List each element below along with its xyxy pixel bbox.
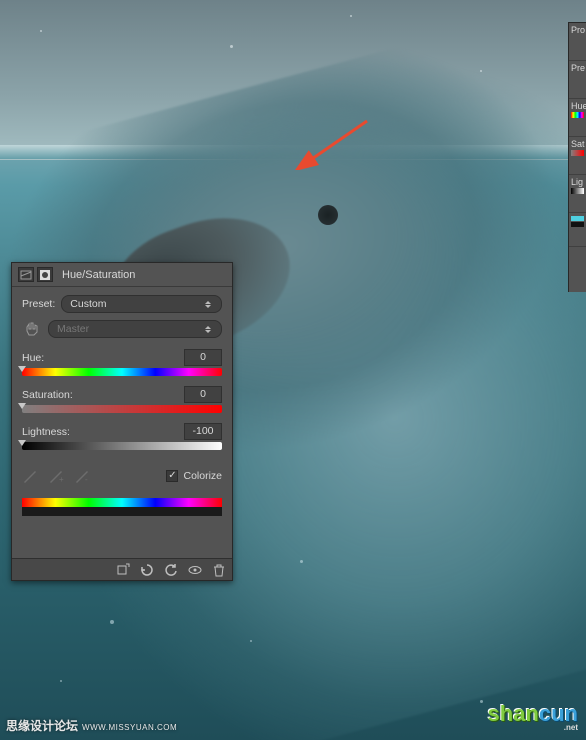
svg-text:-: - [85,475,88,484]
watermark-left: 思缘设计论坛 WWW.MISSYUAN.COM [6,717,177,734]
saturation-slider[interactable] [22,405,222,413]
shark-eye [318,205,338,225]
select-arrows-icon [203,326,213,333]
eyedropper-subtract-icon[interactable]: - [74,468,90,484]
bubble [480,700,483,703]
mini-sat-label: Sat [569,137,586,175]
saturation-label: Saturation: [22,389,73,401]
preset-label: Preset: [22,298,55,310]
bubble [60,680,62,682]
lightness-slider[interactable] [22,442,222,450]
targeted-adjustment-icon[interactable] [22,319,42,339]
mini-lig-label: Lig [569,175,586,213]
saturation-handle[interactable] [18,403,26,409]
properties-tab[interactable]: Pro [569,23,586,61]
saturation-input[interactable]: 0 [184,386,222,403]
visibility-icon[interactable] [188,563,202,577]
colorize-checkbox[interactable] [166,470,178,482]
mask-icon [37,267,53,282]
preset-select[interactable]: Custom [61,295,222,313]
clip-to-layer-icon[interactable] [116,563,130,577]
svg-text:+: + [59,475,64,484]
eyedropper-icon[interactable] [22,468,38,484]
hue-saturation-panel: Hue/Saturation Preset: Custom Master Hue… [11,262,233,581]
panel-footer [12,558,232,580]
color-result-strip [22,498,222,516]
trash-icon[interactable] [212,563,226,577]
hue-handle[interactable] [18,366,26,372]
result-hue-bar [22,498,222,507]
bubble [110,620,114,624]
adjustment-layer-icon [18,267,34,282]
channel-value: Master [57,323,89,335]
hue-slider[interactable] [22,368,222,376]
reset-icon[interactable] [164,563,178,577]
hue-input[interactable]: 0 [184,349,222,366]
previous-state-icon[interactable] [140,563,154,577]
watermark-right-1: shan [488,701,539,726]
panel-body: Preset: Custom Master Hue: 0 [12,287,232,530]
mini-result [569,213,586,247]
preset-tab[interactable]: Pre [569,61,586,99]
bubble [300,560,303,563]
hue-label: Hue: [22,352,44,364]
panel-header[interactable]: Hue/Saturation [12,263,232,287]
preset-value: Custom [70,298,106,310]
watermark-left-sub: WWW.MISSYUAN.COM [82,723,177,732]
watermark-left-main: 思缘设计论坛 [6,717,78,734]
bubble [250,640,252,642]
star [40,30,42,32]
watermark-right: shancun .net [488,701,578,732]
annotation-arrow [295,115,375,170]
eyedropper-add-icon[interactable]: + [48,468,64,484]
select-arrows-icon [203,301,213,308]
panel-title: Hue/Saturation [62,269,135,281]
result-output-bar [22,507,222,516]
lightness-label: Lightness: [22,426,70,438]
lightness-input[interactable]: -100 [184,423,222,440]
channel-select[interactable]: Master [48,320,222,338]
right-docked-panels: Pro Pre Hue Sat Lig [568,22,586,292]
lightness-handle[interactable] [18,440,26,446]
mini-hue-label: Hue [569,99,586,137]
star [350,15,352,17]
star [230,45,233,48]
colorize-label: Colorize [183,470,222,482]
